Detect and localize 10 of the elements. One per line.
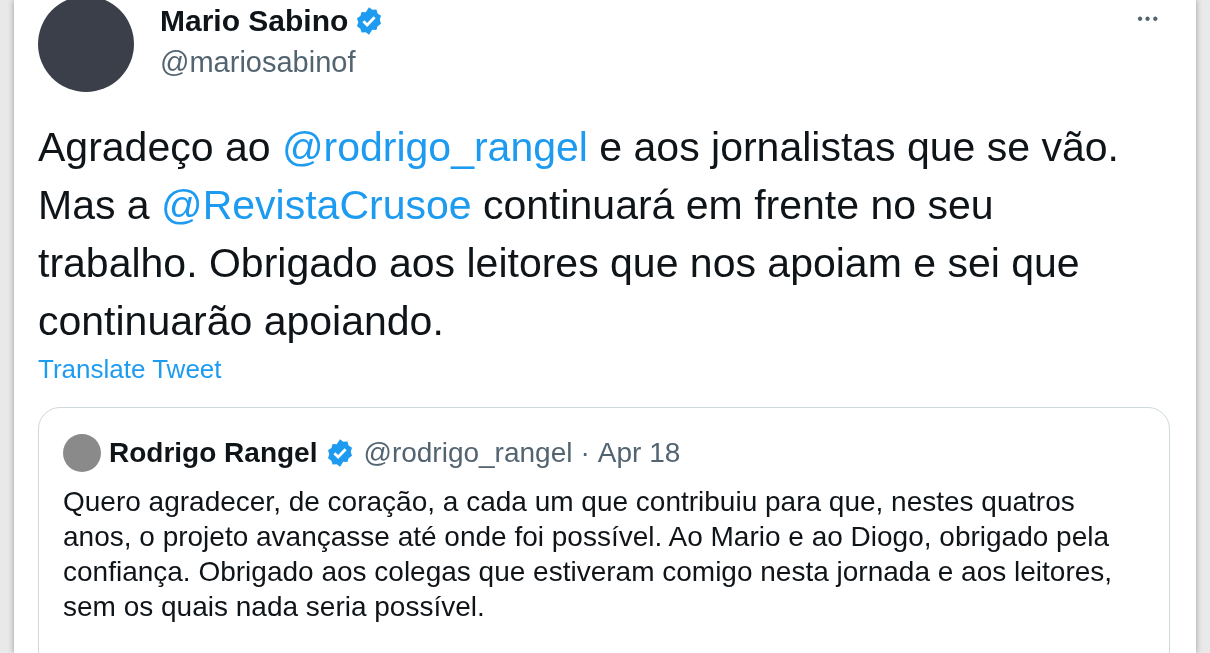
quoted-tweet-card[interactable] <box>38 407 1170 653</box>
quoted-author-name[interactable]: Rodrigo Rangel <box>109 437 318 469</box>
separator-dot: · <box>580 437 590 469</box>
author-handle[interactable]: @mariosabinof <box>160 46 385 79</box>
tweet-text: Agradeço ao @rodrigo_rangel e aos jornalistas que se vão. Mas a @RevistaCrusoe continuará em frente no seu trabalho. Obrigado aos leitores que nos apoiam e sei que continuarão apoiando. <box>38 123 1120 346</box>
quoted-author-handle[interactable]: @rodrigo_rangel <box>363 437 573 469</box>
quoted-tweet-text: Quero agradecer, de coração, a cada um que contribuiu para que, nestes quatros anos, o projeto avançasse até onde foi possível. Ao Mario e ao Diogo, obrigado pela confiança. Obrigado aos colegas que estiveram comigo nesta jornada e aos leitores, sem os quais nada seria possível. <box>63 485 1114 624</box>
more-options-button[interactable]: ••• <box>1133 6 1164 32</box>
tweet-date[interactable]: Apr 18 <box>597 437 681 469</box>
author-name[interactable]: Mario Sabino <box>160 4 349 38</box>
